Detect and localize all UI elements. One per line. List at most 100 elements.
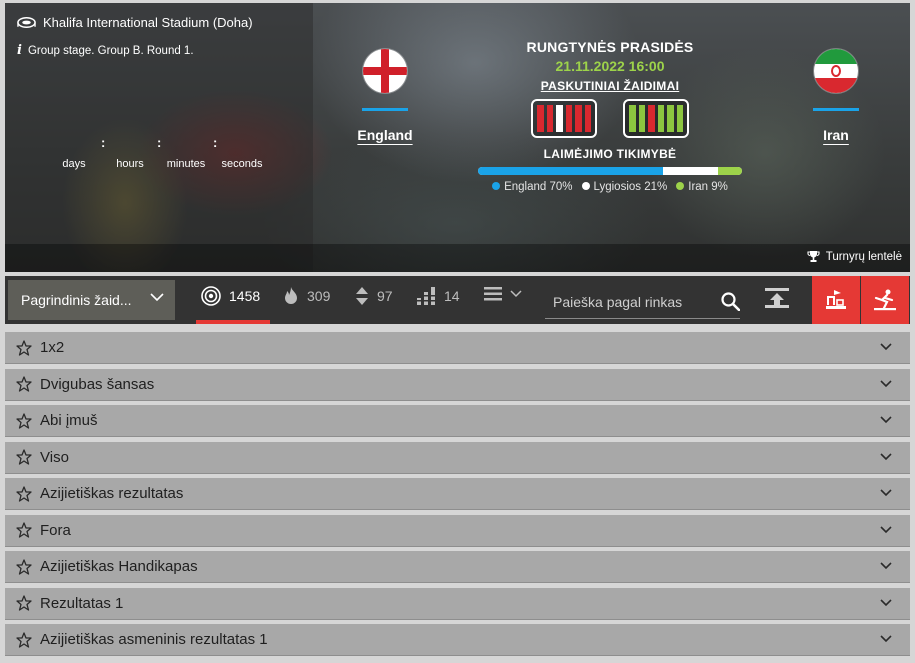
- venue-name: Khalifa International Stadium (Doha): [43, 15, 253, 30]
- countdown-seconds-label: seconds: [221, 158, 263, 170]
- probability-segment: [662, 167, 719, 175]
- statistics-button[interactable]: [812, 276, 860, 324]
- match-date: 21.11.2022 16:00: [555, 58, 665, 74]
- star-icon[interactable]: [16, 558, 32, 575]
- markets-list: 1x2 Dvigubas šansas Abi įmuš Viso Azijietišk…: [5, 332, 910, 661]
- form-row: [475, 99, 745, 138]
- market-row[interactable]: Rezultatas 1: [5, 587, 910, 620]
- iran-flag-icon: [814, 49, 858, 93]
- probability-label: Lygiosios 21%: [593, 181, 668, 193]
- player-kick-icon: [874, 289, 896, 311]
- more-filters-menu[interactable]: [484, 286, 522, 302]
- search-icon[interactable]: [721, 292, 740, 311]
- market-row[interactable]: Azijietiškas asmeninis rezultatas 1: [5, 624, 910, 656]
- market-group-select[interactable]: Pagrindinis žaid...: [8, 280, 175, 320]
- away-form-result: [676, 105, 683, 132]
- home-form-result: [546, 105, 553, 132]
- live-tracker-button[interactable]: [861, 276, 909, 324]
- popular-markets-count: 309: [307, 288, 331, 304]
- match-start-label: RUNGTYNĖS PRASIDĖS: [526, 39, 694, 55]
- star-icon[interactable]: [16, 522, 32, 538]
- away-form-box[interactable]: [623, 99, 689, 138]
- market-row[interactable]: 1x2: [5, 332, 910, 364]
- chevron-down-icon: [880, 489, 892, 497]
- match-center-info: RUNGTYNĖS PRASIDĖS 21.11.2022 16:00 PASK…: [475, 39, 745, 193]
- probability-legend-item: England 70%: [492, 181, 573, 193]
- updown-icon: [356, 287, 368, 305]
- legend-dot: [581, 182, 590, 190]
- star-icon[interactable]: [16, 631, 32, 648]
- all-markets-count: 1458: [229, 288, 261, 304]
- market-row[interactable]: Azijietiškas rezultatas: [5, 478, 910, 510]
- market-row[interactable]: Viso: [5, 441, 910, 474]
- filter-handicap[interactable]: 14: [416, 286, 460, 306]
- probability-segment: [478, 167, 663, 175]
- stadium-icon: [17, 16, 36, 29]
- star-icon[interactable]: [16, 376, 32, 392]
- market-row[interactable]: Fora: [5, 514, 910, 547]
- home-form-result: [556, 105, 563, 132]
- away-team[interactable]: Iran: [801, 49, 871, 143]
- round-text: Group stage. Group B. Round 1.: [27, 44, 194, 57]
- countdown-hours-label: hours: [116, 158, 144, 170]
- home-form-box[interactable]: [531, 99, 597, 138]
- list-menu-icon: [484, 287, 502, 301]
- star-icon[interactable]: [16, 412, 32, 429]
- market-row[interactable]: Abi įmuš: [5, 405, 910, 437]
- collapse-all-icon[interactable]: [765, 288, 789, 308]
- home-team[interactable]: England: [350, 49, 420, 143]
- countdown: : : : days hours minutes seconds: [5, 133, 305, 173]
- win-probability-legend: England 70% Lygiosios 21% Iran 9%: [475, 181, 745, 193]
- countdown-minutes-label: minutes: [166, 158, 206, 170]
- home-form-result: [565, 105, 572, 132]
- bars-icon: [416, 287, 436, 305]
- fire-icon: [285, 287, 297, 304]
- round-info: i Group stage. Group B. Round 1.: [17, 43, 194, 58]
- star-icon[interactable]: [16, 485, 32, 502]
- market-name: 1x2: [40, 339, 65, 356]
- market-row[interactable]: Azijietiškas Handikapas: [5, 551, 910, 583]
- chevron-down-icon: [880, 416, 892, 424]
- countdown-colon: :: [157, 135, 162, 150]
- chevron-down-icon: [510, 290, 522, 298]
- away-form-result: [638, 105, 645, 132]
- market-row[interactable]: Dvigubas šansas: [5, 368, 910, 401]
- tournament-table-label[interactable]: Turnyrų lentelė: [826, 251, 902, 263]
- market-name: Rezultatas 1: [40, 594, 124, 612]
- target-icon: [201, 286, 221, 306]
- tournament-table-link[interactable]: Turnyrų lentelė: [807, 250, 902, 263]
- chevron-down-icon: [880, 343, 892, 351]
- star-icon[interactable]: [16, 449, 32, 465]
- filter-over-under[interactable]: 97: [355, 286, 393, 306]
- probability-legend-item: Iran 9%: [676, 181, 728, 193]
- market-name: Fora: [40, 521, 71, 539]
- away-team-name[interactable]: Iran: [801, 127, 871, 143]
- star-icon[interactable]: [16, 339, 32, 356]
- away-form-result: [667, 105, 674, 132]
- market-group-select-value: Pagrindinis žaid...: [21, 292, 132, 308]
- page: Khalifa International Stadium (Doha) i G…: [0, 0, 915, 663]
- win-probability-title: LAIMĖJIMO TIKIMYBĖ: [543, 147, 677, 161]
- chevron-down-icon: [880, 525, 892, 533]
- filter-popular-markets[interactable]: 309: [283, 286, 330, 306]
- market-name: Azijietiškas Handikapas: [40, 558, 198, 575]
- info-icon: i: [17, 43, 22, 58]
- over-under-count: 97: [377, 288, 393, 304]
- probability-label: England 70%: [504, 181, 573, 193]
- win-probability-bar: [478, 167, 742, 175]
- active-filter-indicator: [196, 320, 270, 324]
- home-form-result: [575, 105, 582, 132]
- star-icon[interactable]: [16, 595, 32, 611]
- home-form-result: [584, 105, 591, 132]
- venue: Khalifa International Stadium (Doha): [17, 15, 253, 30]
- countdown-days-label: days: [62, 158, 86, 170]
- market-search-input[interactable]: [545, 294, 710, 310]
- home-team-name[interactable]: England: [350, 127, 420, 143]
- last-games-link[interactable]: PASKUTINIAI ŽAIDIMAI: [475, 79, 745, 93]
- market-search[interactable]: [545, 286, 740, 319]
- filter-all-markets[interactable]: 1458: [201, 286, 260, 306]
- markets-toolbar: Pagrindinis žaid... 1458 309 97 14 Paieš…: [5, 276, 910, 324]
- hero-bottom-bar: [5, 244, 910, 272]
- chevron-down-icon: [880, 452, 892, 460]
- chevron-down-icon: [880, 598, 892, 606]
